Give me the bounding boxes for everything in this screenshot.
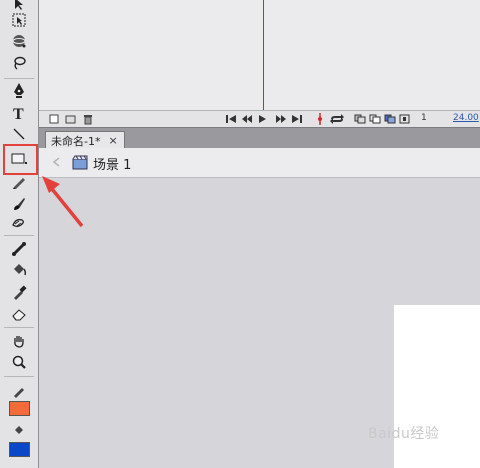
scene-name[interactable]: 场景 1 [93,154,131,173]
first-frame-icon[interactable] [225,113,237,125]
lasso-tool[interactable] [6,53,32,73]
annotation-arrow [42,176,84,228]
eyedropper-tool[interactable] [6,282,32,302]
onion-skin-outlines-icon[interactable] [369,113,381,125]
playhead[interactable] [263,0,264,127]
back-arrow-icon[interactable] [51,157,61,167]
pen-tool[interactable] [6,81,32,101]
previous-frame-icon[interactable] [241,113,253,125]
modify-onion-markers-icon[interactable] [399,113,410,125]
brush-tool[interactable] [6,194,32,214]
stroke-color-swatch[interactable] [9,401,30,416]
timeline-footer: 1 24.00 [39,110,480,128]
onion-skin-icon[interactable] [354,113,366,125]
tab-title: 未命名-1* [51,134,101,148]
timeline-panel [39,0,480,127]
watermark-text: Baidu经验 [368,426,440,442]
pencil-tool[interactable] [6,172,32,192]
loop-icon[interactable] [329,113,345,125]
frame-rate[interactable]: 24.00 [453,113,479,123]
stage-canvas[interactable] [394,305,480,468]
line-tool[interactable] [6,124,32,144]
current-frame-number: 1 [421,113,427,123]
fill-color-bucket-icon [6,421,32,441]
text-tool[interactable]: T [6,103,32,123]
next-frame-icon[interactable] [275,113,287,125]
paint-bucket-tool[interactable] [6,260,32,280]
bone-tool[interactable] [6,239,32,259]
edit-bar: 场景 1 [39,148,480,178]
tab-document[interactable]: 未命名-1* × [45,131,125,149]
close-icon[interactable]: × [108,134,117,147]
svg-text:T: T [13,106,24,121]
edit-multiple-frames-icon[interactable] [384,113,396,125]
fill-color-swatch[interactable] [9,442,30,457]
free-transform-tool[interactable] [6,10,32,30]
stroke-color-pencil-icon [6,381,32,401]
zoom-tool[interactable] [6,352,32,372]
rectangle-tool-highlight [3,144,38,175]
document-tab-bar: 未命名-1* × [39,127,480,149]
eraser-tool[interactable] [6,304,32,324]
play-icon[interactable] [257,113,267,125]
center-frame-icon[interactable] [316,113,324,125]
scene-icon [72,155,88,170]
new-folder-icon[interactable] [65,113,76,125]
new-layer-icon[interactable] [49,113,59,125]
tools-panel: T [0,0,39,468]
hand-tool[interactable] [6,331,32,351]
deco-tool[interactable] [6,213,32,233]
delete-layer-icon[interactable] [83,113,93,125]
last-frame-icon[interactable] [291,113,303,125]
3d-rotation-tool[interactable] [6,31,32,51]
